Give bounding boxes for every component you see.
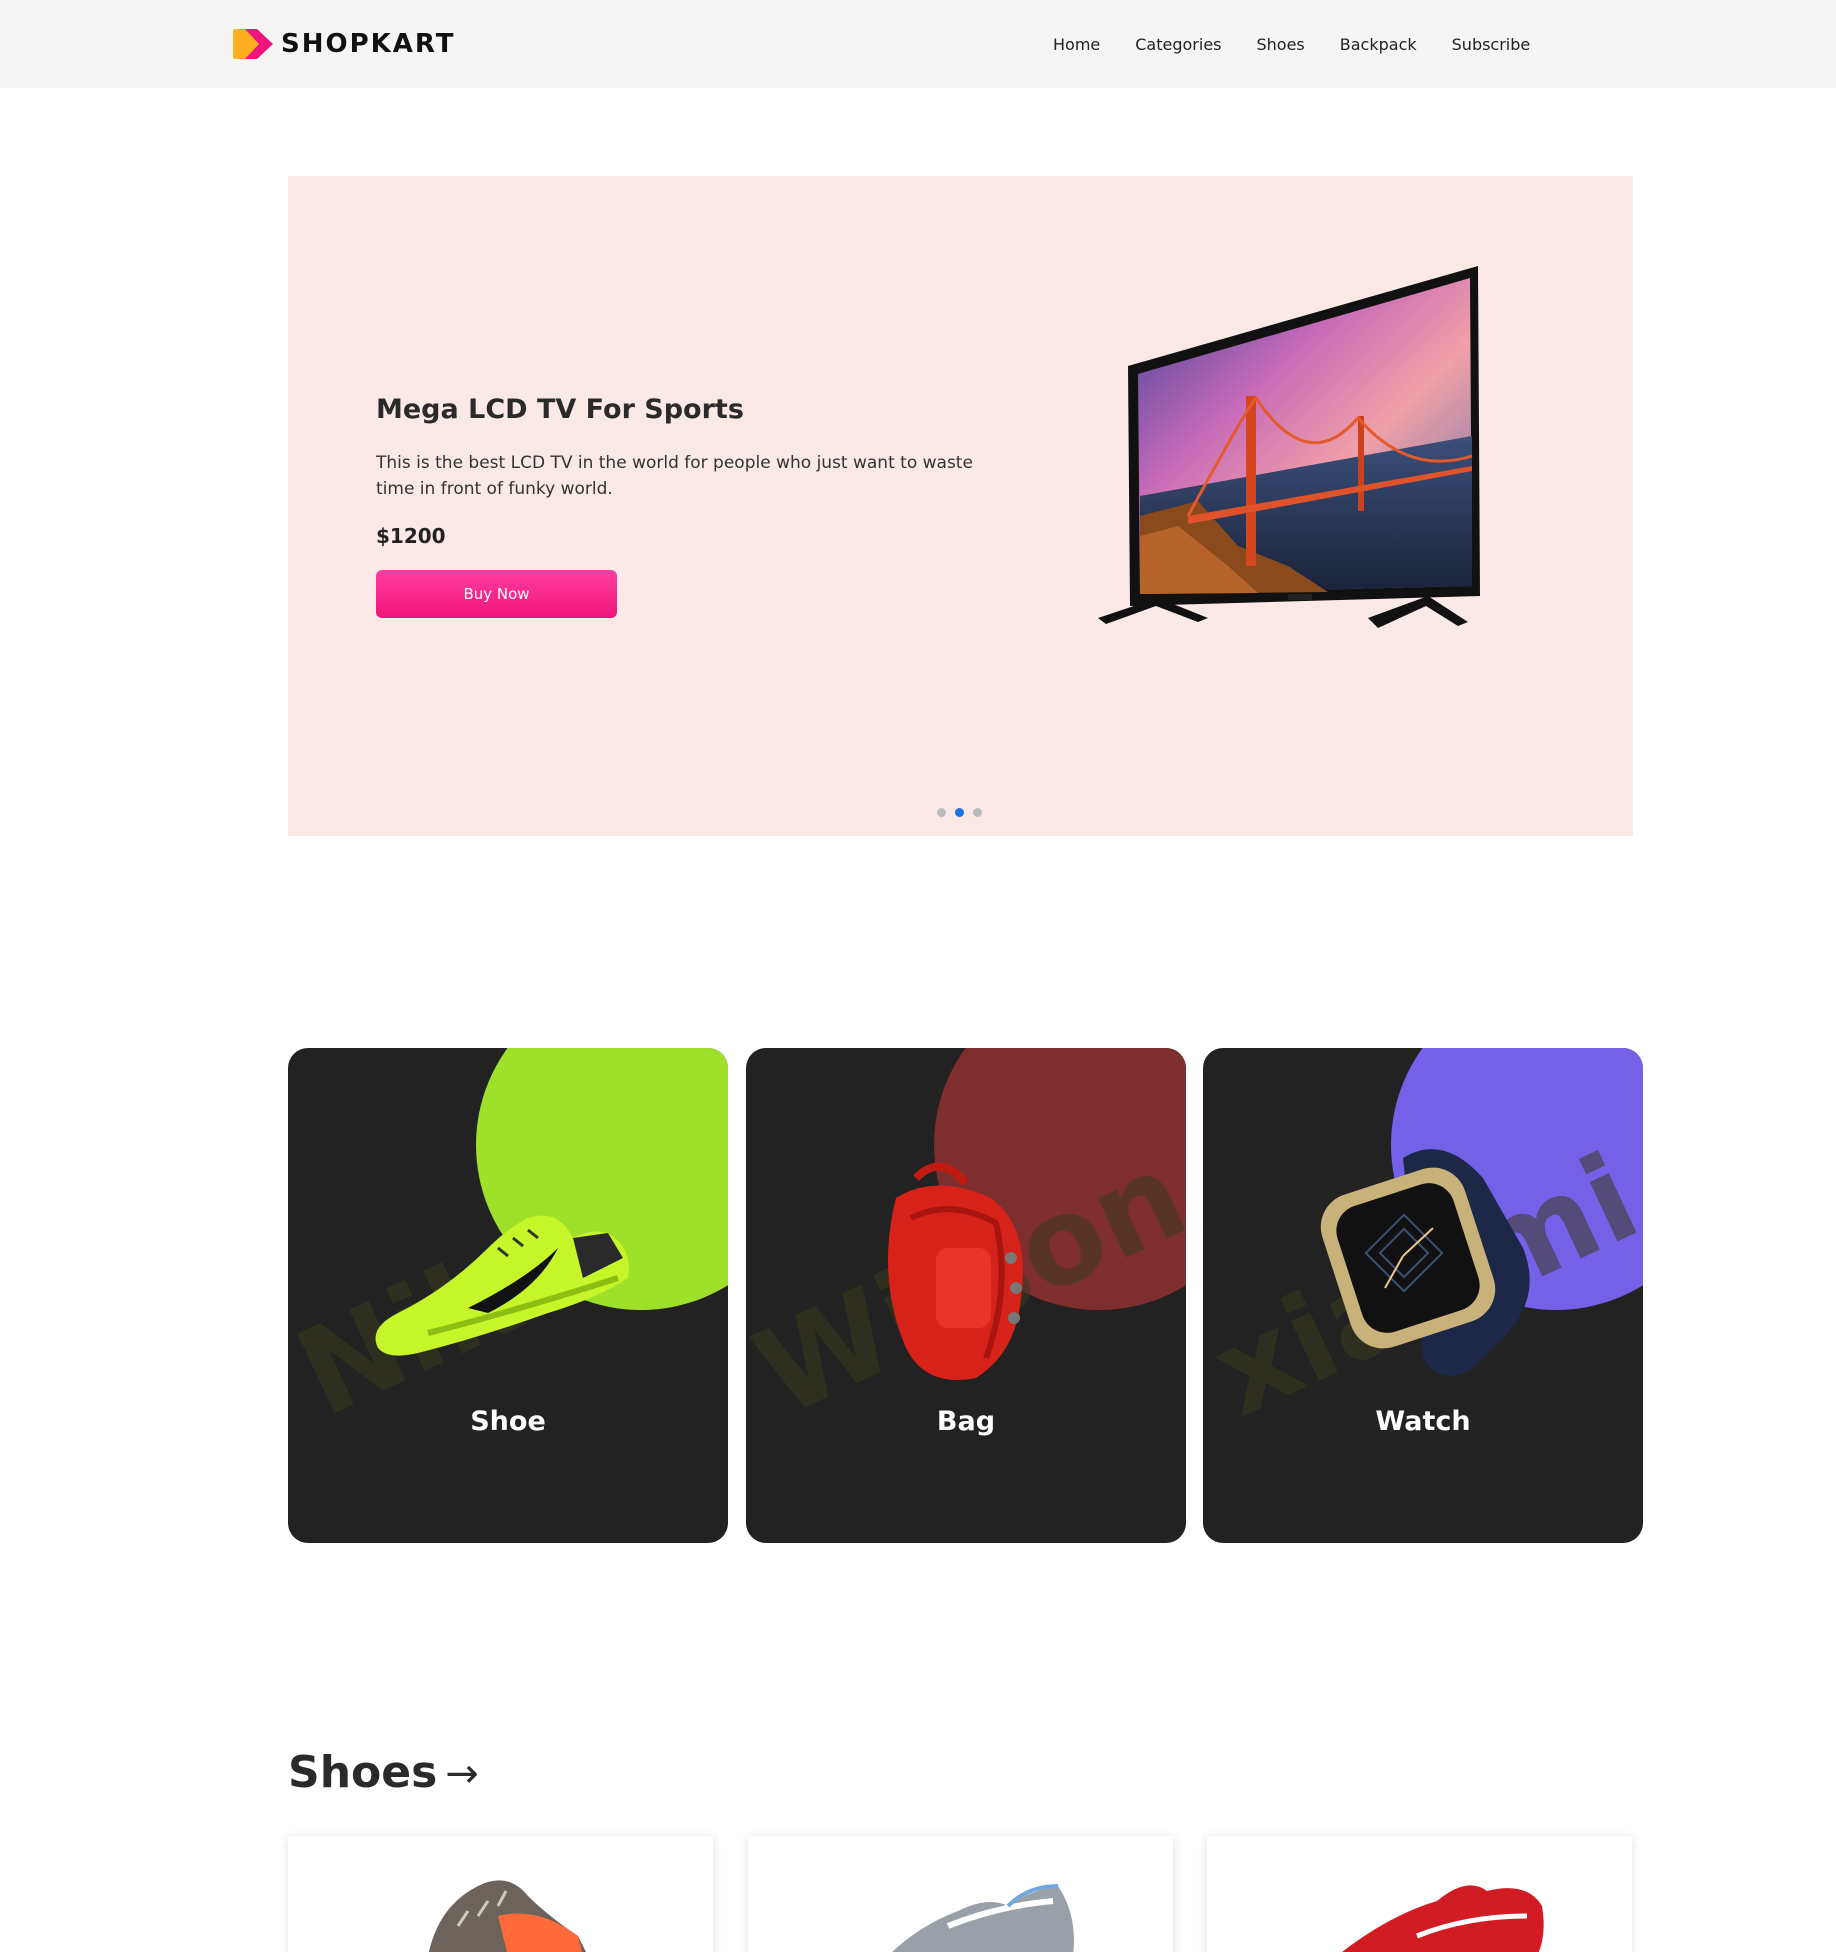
backpack-image <box>816 1138 1116 1388</box>
shoes-title-text: Shoes <box>288 1747 438 1798</box>
navbar: SHOPKART Home Categories Shoes Backpack … <box>0 0 1836 88</box>
carousel-dot-3[interactable] <box>973 808 982 817</box>
nav-backpack[interactable]: Backpack <box>1340 35 1417 54</box>
shoe-image <box>358 1138 658 1388</box>
category-card-bag[interactable]: Wilson Bag <box>746 1048 1186 1543</box>
nav-links: Home Categories Shoes Backpack Subscribe <box>1053 0 1565 88</box>
brand-name: SHOPKART <box>281 29 456 59</box>
nav-home[interactable]: Home <box>1053 35 1100 54</box>
product-card-shoe-3[interactable] <box>1207 1836 1632 1952</box>
category-card-watch[interactable]: xiaomi Watch <box>1203 1048 1643 1543</box>
shoe-product-image <box>838 1866 1088 1952</box>
card-label: Watch <box>1375 1406 1471 1437</box>
hero-description: This is the best LCD TV in the world for… <box>376 453 973 499</box>
buy-now-button[interactable]: Buy Now <box>376 570 617 618</box>
nav-shoes[interactable]: Shoes <box>1257 35 1305 54</box>
shoe-product-image <box>378 1866 628 1952</box>
category-card-shoe[interactable]: Nike Shoe <box>288 1048 728 1543</box>
carousel-dots <box>937 808 991 817</box>
logo-play-icon <box>231 27 277 61</box>
watch-image <box>1273 1138 1573 1388</box>
hero-title: Mega LCD TV For Sports <box>376 394 744 425</box>
hero-price: $1200 <box>376 524 446 548</box>
card-label: Bag <box>936 1406 996 1437</box>
carousel-dot-2[interactable] <box>955 808 964 817</box>
shoe-product-image <box>1297 1866 1547 1952</box>
tv-product-image <box>1088 266 1518 646</box>
carousel-dot-1[interactable] <box>937 808 946 817</box>
card-label: Shoe <box>470 1406 546 1437</box>
brand-logo[interactable]: SHOPKART <box>231 26 456 62</box>
product-card-shoe-2[interactable] <box>748 1836 1173 1952</box>
nav-subscribe[interactable]: Subscribe <box>1452 35 1531 54</box>
nav-categories[interactable]: Categories <box>1135 35 1221 54</box>
hero-carousel: Mega LCD TV For Sports This is the best … <box>288 176 1633 836</box>
arrow-right-icon: → <box>445 1751 479 1797</box>
shoes-section-title[interactable]: Shoes → <box>288 1747 479 1798</box>
product-card-shoe-1[interactable] <box>288 1836 713 1952</box>
